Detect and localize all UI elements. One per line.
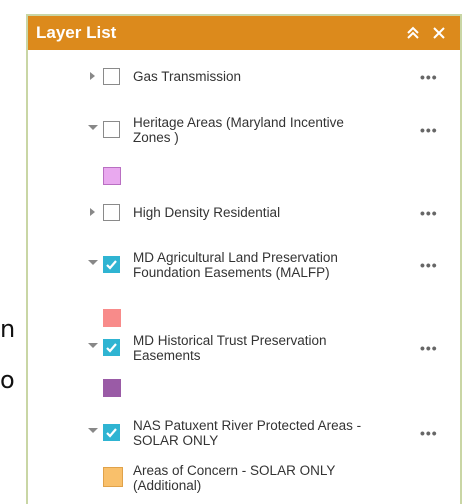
legend-swatch bbox=[103, 467, 123, 487]
layer-label: Gas Transmission bbox=[133, 69, 242, 84]
layer-checkbox[interactable] bbox=[103, 204, 120, 221]
layer-checkbox-checked[interactable] bbox=[103, 256, 120, 273]
panel-title: Layer List bbox=[36, 23, 117, 42]
expand-arrow-icon[interactable] bbox=[89, 71, 101, 83]
collapse-arrow-icon[interactable] bbox=[87, 258, 99, 270]
layer-checkbox-checked[interactable] bbox=[103, 339, 120, 356]
layer-label: MD Historical Trust Preservation Easemen… bbox=[133, 333, 327, 363]
layer-label: Heritage Areas (Maryland Incentive Zones… bbox=[133, 115, 344, 145]
layer-checkbox[interactable] bbox=[103, 121, 120, 138]
collapse-arrow-icon[interactable] bbox=[87, 123, 99, 135]
more-options-icon[interactable]: ••• bbox=[420, 205, 438, 221]
legend-swatch bbox=[103, 379, 121, 397]
more-options-icon[interactable]: ••• bbox=[420, 69, 438, 85]
collapse-arrow-icon[interactable] bbox=[87, 426, 99, 438]
layer-label: MD Agricultural Land Preservation Founda… bbox=[133, 250, 338, 280]
legend-label: Areas of Concern - SOLAR ONLY (Additiona… bbox=[133, 463, 336, 493]
layer-list-panel: Layer List Gas Transmission ••• Heritage… bbox=[26, 14, 462, 504]
background-text-n: n bbox=[0, 315, 16, 343]
layer-checkbox[interactable] bbox=[103, 68, 120, 85]
legend-swatch bbox=[103, 167, 121, 185]
background-text-o: o bbox=[0, 366, 15, 394]
more-options-icon[interactable]: ••• bbox=[420, 425, 438, 441]
more-options-icon[interactable]: ••• bbox=[420, 257, 438, 273]
expand-arrow-icon[interactable] bbox=[89, 207, 101, 219]
double-chevron-up-icon[interactable] bbox=[400, 26, 426, 40]
layer-checkbox-checked[interactable] bbox=[103, 424, 120, 441]
layer-label: High Density Residential bbox=[133, 205, 281, 220]
legend-swatch bbox=[103, 309, 121, 327]
more-options-icon[interactable]: ••• bbox=[420, 122, 438, 138]
layer-label: NAS Patuxent River Protected Areas - SOL… bbox=[133, 418, 362, 448]
collapse-arrow-icon[interactable] bbox=[87, 341, 99, 353]
close-icon[interactable] bbox=[426, 27, 452, 39]
more-options-icon[interactable]: ••• bbox=[420, 340, 438, 356]
panel-header: Layer List bbox=[28, 16, 460, 50]
